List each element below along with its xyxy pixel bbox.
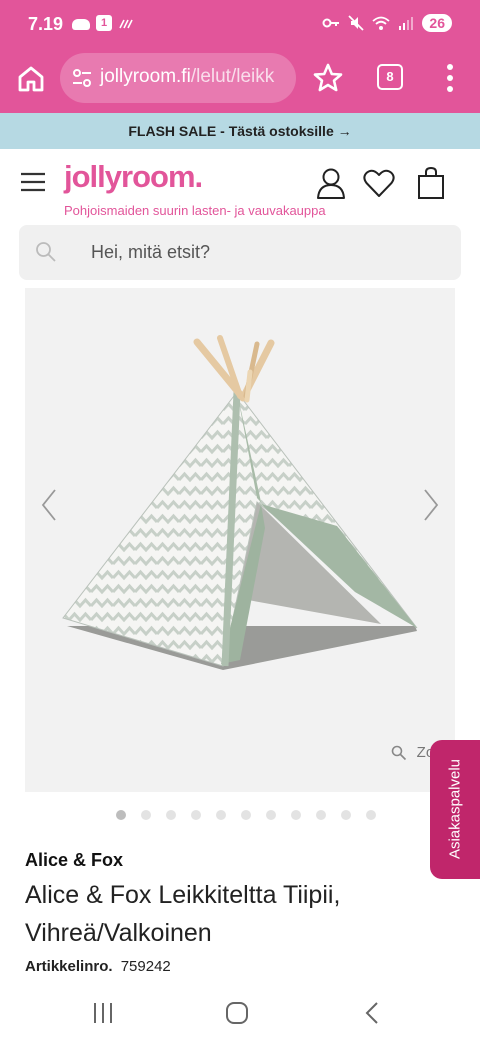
status-icons-right: 26	[322, 14, 452, 32]
pagination-dot[interactable]	[316, 810, 326, 820]
article-number-value: 759242	[120, 958, 171, 975]
customer-service-label: Asiakaspalvelu	[446, 758, 464, 860]
status-icons-left: 1	[72, 15, 134, 31]
back-nav-icon[interactable]	[360, 1000, 386, 1026]
cart-bag-icon[interactable]	[414, 166, 448, 200]
bookmark-star-icon[interactable]	[312, 62, 344, 94]
search-input[interactable]: Hei, mitä etsit?	[19, 225, 461, 280]
more-menu-icon[interactable]	[440, 62, 460, 94]
search-icon	[36, 242, 56, 262]
pagination-dot[interactable]	[166, 810, 176, 820]
pagination-dot[interactable]	[341, 810, 351, 820]
url-row: jollyroom.fi/lelut/leikk 8	[0, 50, 480, 112]
hamburger-menu-icon[interactable]	[20, 172, 46, 192]
system-navigation-bar	[0, 986, 480, 1040]
home-icon[interactable]	[14, 62, 48, 96]
status-bar: 7.19 1 26	[0, 0, 480, 50]
pagination-dot[interactable]	[116, 810, 126, 820]
browser-chrome: 7.19 1 26 jollyroom.fi/lelut/leikk 8	[0, 0, 480, 113]
status-time: 7.19	[28, 14, 64, 34]
address-bar[interactable]: jollyroom.fi/lelut/leikk	[60, 53, 296, 103]
pagination-dot[interactable]	[216, 810, 226, 820]
wifi-calling-icon	[119, 19, 133, 29]
site-logo[interactable]: jollyroom.	[64, 159, 203, 195]
product-title: Alice & Fox Leikkiteltta Tiipii, Vihreä/…	[25, 881, 341, 947]
tab-switcher-button[interactable]: 8	[377, 64, 403, 90]
magnifier-icon	[391, 745, 406, 760]
url-domain: jollyroom.fi	[100, 66, 191, 87]
article-number-label: Artikkelinro.	[25, 958, 113, 975]
url-path: /lelut/leikk	[190, 66, 275, 87]
wifi-icon	[372, 16, 391, 30]
flash-sale-banner[interactable]: FLASH SALE - Tästä ostoksille →	[0, 113, 480, 149]
url-text: jollyroom.fi/lelut/leikk	[100, 66, 274, 88]
notification-badge: 1	[96, 15, 112, 31]
mute-icon	[348, 15, 365, 31]
product-brand[interactable]: Alice & Fox	[25, 850, 123, 871]
pagination-dot[interactable]	[366, 810, 376, 820]
customer-service-tab[interactable]: Asiakaspalvelu	[430, 740, 480, 879]
pagination-dot[interactable]	[141, 810, 151, 820]
recent-apps-icon[interactable]	[90, 1000, 116, 1026]
cloud-icon	[72, 18, 90, 30]
site-settings-icon[interactable]	[72, 68, 92, 88]
product-image-teepee[interactable]	[25, 288, 455, 792]
battery-level: 26	[422, 14, 452, 32]
next-image-arrow-icon[interactable]	[419, 488, 443, 522]
account-icon[interactable]	[314, 166, 348, 200]
wishlist-heart-icon[interactable]	[362, 166, 396, 200]
pagination-dot[interactable]	[241, 810, 251, 820]
home-nav-icon[interactable]	[224, 1000, 250, 1026]
site-tagline: Pohjoismaiden suurin lasten- ja vauvakau…	[64, 203, 326, 218]
article-number-row: Artikkelinro. 759242	[25, 958, 171, 975]
pagination-dot[interactable]	[191, 810, 201, 820]
previous-image-arrow-icon[interactable]	[37, 488, 61, 522]
product-image-gallery[interactable]: Zoom	[25, 288, 455, 792]
key-icon	[322, 18, 340, 28]
gallery-pagination	[116, 810, 376, 820]
signal-icon	[399, 16, 414, 30]
pagination-dot[interactable]	[266, 810, 276, 820]
pagination-dot[interactable]	[291, 810, 301, 820]
search-placeholder: Hei, mitä etsit?	[91, 242, 211, 262]
